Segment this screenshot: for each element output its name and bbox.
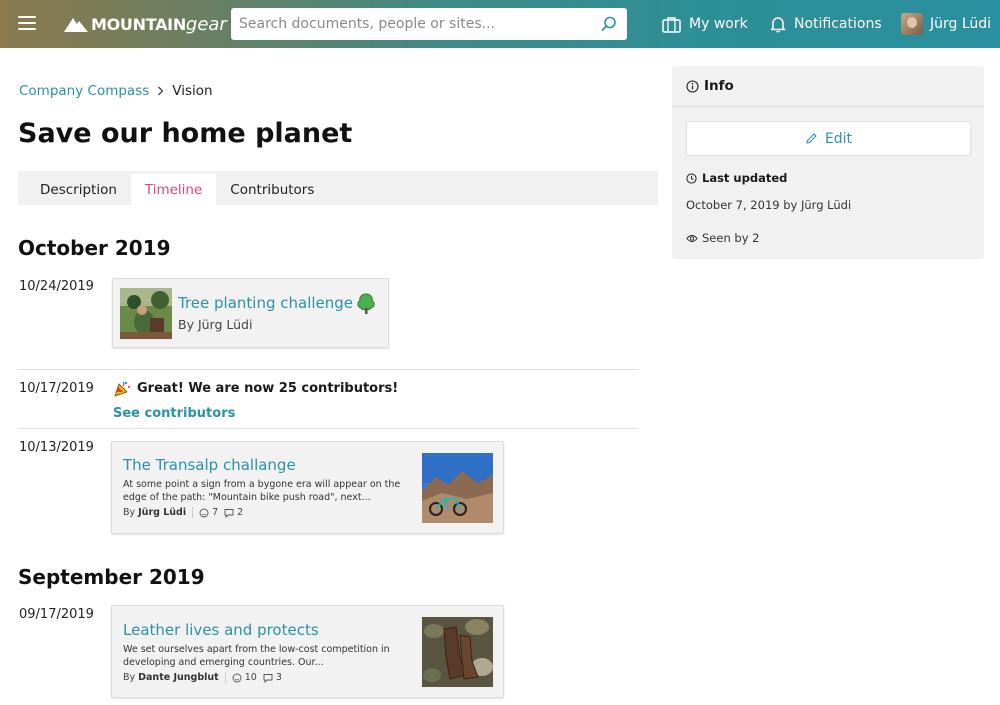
comments-count: 3 xyxy=(263,672,282,683)
edit-button[interactable]: Edit xyxy=(686,121,971,156)
post-card-tree-planting[interactable]: Tree planting challenge By Jürg Lüdi xyxy=(112,278,389,348)
tab-description[interactable]: Description xyxy=(18,174,131,205)
post-meta: By Dante Jungblut 10 3 xyxy=(123,672,288,683)
avatar xyxy=(901,13,923,35)
tab-contributors[interactable]: Contributors xyxy=(216,174,328,205)
entry-date: 10/17/2019 xyxy=(19,381,94,396)
user-name: Jürg Lüdi xyxy=(930,16,992,32)
author-prefix: By xyxy=(123,507,136,518)
info-header: Info xyxy=(672,66,984,107)
comments-count: 2 xyxy=(224,507,243,518)
entry-date: 09/17/2019 xyxy=(19,607,94,622)
notifications-label: Notifications xyxy=(794,16,882,32)
seen-by: Seen by 2 xyxy=(686,231,759,245)
comments-value: 2 xyxy=(237,507,244,518)
info-icon xyxy=(686,79,699,93)
author-name: Dante Jungblut xyxy=(138,672,219,683)
user-menu[interactable]: Jürg Lüdi xyxy=(901,0,991,48)
smiley-icon xyxy=(199,508,209,517)
post-title[interactable]: Tree planting challenge xyxy=(178,294,353,312)
tree-icon xyxy=(357,293,375,314)
post-excerpt: At some point a sign from a bygone era w… xyxy=(123,479,401,503)
clock-icon xyxy=(686,172,697,184)
menu-icon[interactable] xyxy=(18,16,36,30)
seen-by-text: Seen by 2 xyxy=(702,231,760,245)
post-excerpt: We set ourselves apart from the low-cost… xyxy=(123,644,390,668)
likes-count: 7 xyxy=(199,507,218,518)
my-work-link[interactable]: My work xyxy=(662,0,748,48)
breadcrumb-current: Vision xyxy=(172,83,213,99)
divider xyxy=(18,428,638,429)
bell-icon xyxy=(770,17,786,33)
post-byline: By Jürg Lüdi xyxy=(178,317,253,332)
post-card-transalp[interactable]: The Transalp challange At some point a s… xyxy=(111,441,504,534)
divider xyxy=(18,369,638,370)
likes-value: 7 xyxy=(212,507,219,518)
my-work-label: My work xyxy=(689,16,748,32)
top-bar: MOUNTAINgear My work Notifications Jürg … xyxy=(0,0,1000,48)
edit-label: Edit xyxy=(824,130,853,147)
post-thumbnail xyxy=(422,453,493,523)
likes-count: 10 xyxy=(232,672,257,683)
tab-timeline[interactable]: Timeline xyxy=(130,174,217,205)
entry-date: 10/13/2019 xyxy=(19,440,94,455)
breadcrumb: Company Compass Vision xyxy=(19,83,213,99)
milestone-message: Great! We are now 25 contributors! xyxy=(114,380,398,397)
chevron-right-icon xyxy=(158,86,164,96)
search-input[interactable] xyxy=(231,9,581,39)
logo-text-bold: MOUNTAIN xyxy=(91,14,186,34)
page-title: Save our home planet xyxy=(18,118,353,149)
comment-icon xyxy=(263,673,273,683)
author-prefix: By xyxy=(123,672,136,683)
info-heading: Info xyxy=(704,78,734,94)
notifications-link[interactable]: Notifications xyxy=(770,0,882,48)
month-heading: September 2019 xyxy=(18,565,205,589)
last-updated-text: Last updated xyxy=(702,171,788,185)
search-box xyxy=(231,8,627,40)
post-title[interactable]: The Transalp challange xyxy=(123,456,296,474)
post-card-leather[interactable]: Leather lives and protects We set oursel… xyxy=(111,605,504,698)
comment-icon xyxy=(224,508,234,518)
pencil-icon xyxy=(806,133,817,144)
milestone-text: Great! We are now 25 contributors! xyxy=(137,381,399,396)
last-updated-value: October 7, 2019 by Jürg Lüdi xyxy=(686,198,852,212)
comments-value: 3 xyxy=(275,672,282,683)
author-name: Jürg Lüdi xyxy=(138,507,187,518)
search-icon[interactable] xyxy=(601,16,617,32)
mountain-logo-icon xyxy=(64,18,88,32)
briefcase-icon xyxy=(662,16,681,33)
smiley-icon xyxy=(232,673,242,682)
info-panel: Info Edit Last updated October 7, 2019 b… xyxy=(672,66,984,259)
entry-date: 10/24/2019 xyxy=(19,279,94,294)
tab-bar: Description Timeline Contributors xyxy=(18,171,658,205)
post-title[interactable]: Leather lives and protects xyxy=(123,621,319,639)
eye-icon xyxy=(686,234,698,242)
month-heading: October 2019 xyxy=(18,236,171,260)
post-thumbnail xyxy=(120,288,172,339)
see-contributors-link[interactable]: See contributors xyxy=(113,406,235,421)
last-updated-label: Last updated xyxy=(686,171,787,185)
logo-text-light: gear xyxy=(185,13,227,35)
logo[interactable]: MOUNTAIN gear xyxy=(64,12,227,36)
likes-value: 10 xyxy=(244,672,257,683)
post-thumbnail xyxy=(422,617,493,687)
party-popper-icon xyxy=(114,381,130,397)
breadcrumb-parent-link[interactable]: Company Compass xyxy=(19,83,149,99)
post-meta: By Jürg Lüdi 7 2 xyxy=(123,507,249,518)
